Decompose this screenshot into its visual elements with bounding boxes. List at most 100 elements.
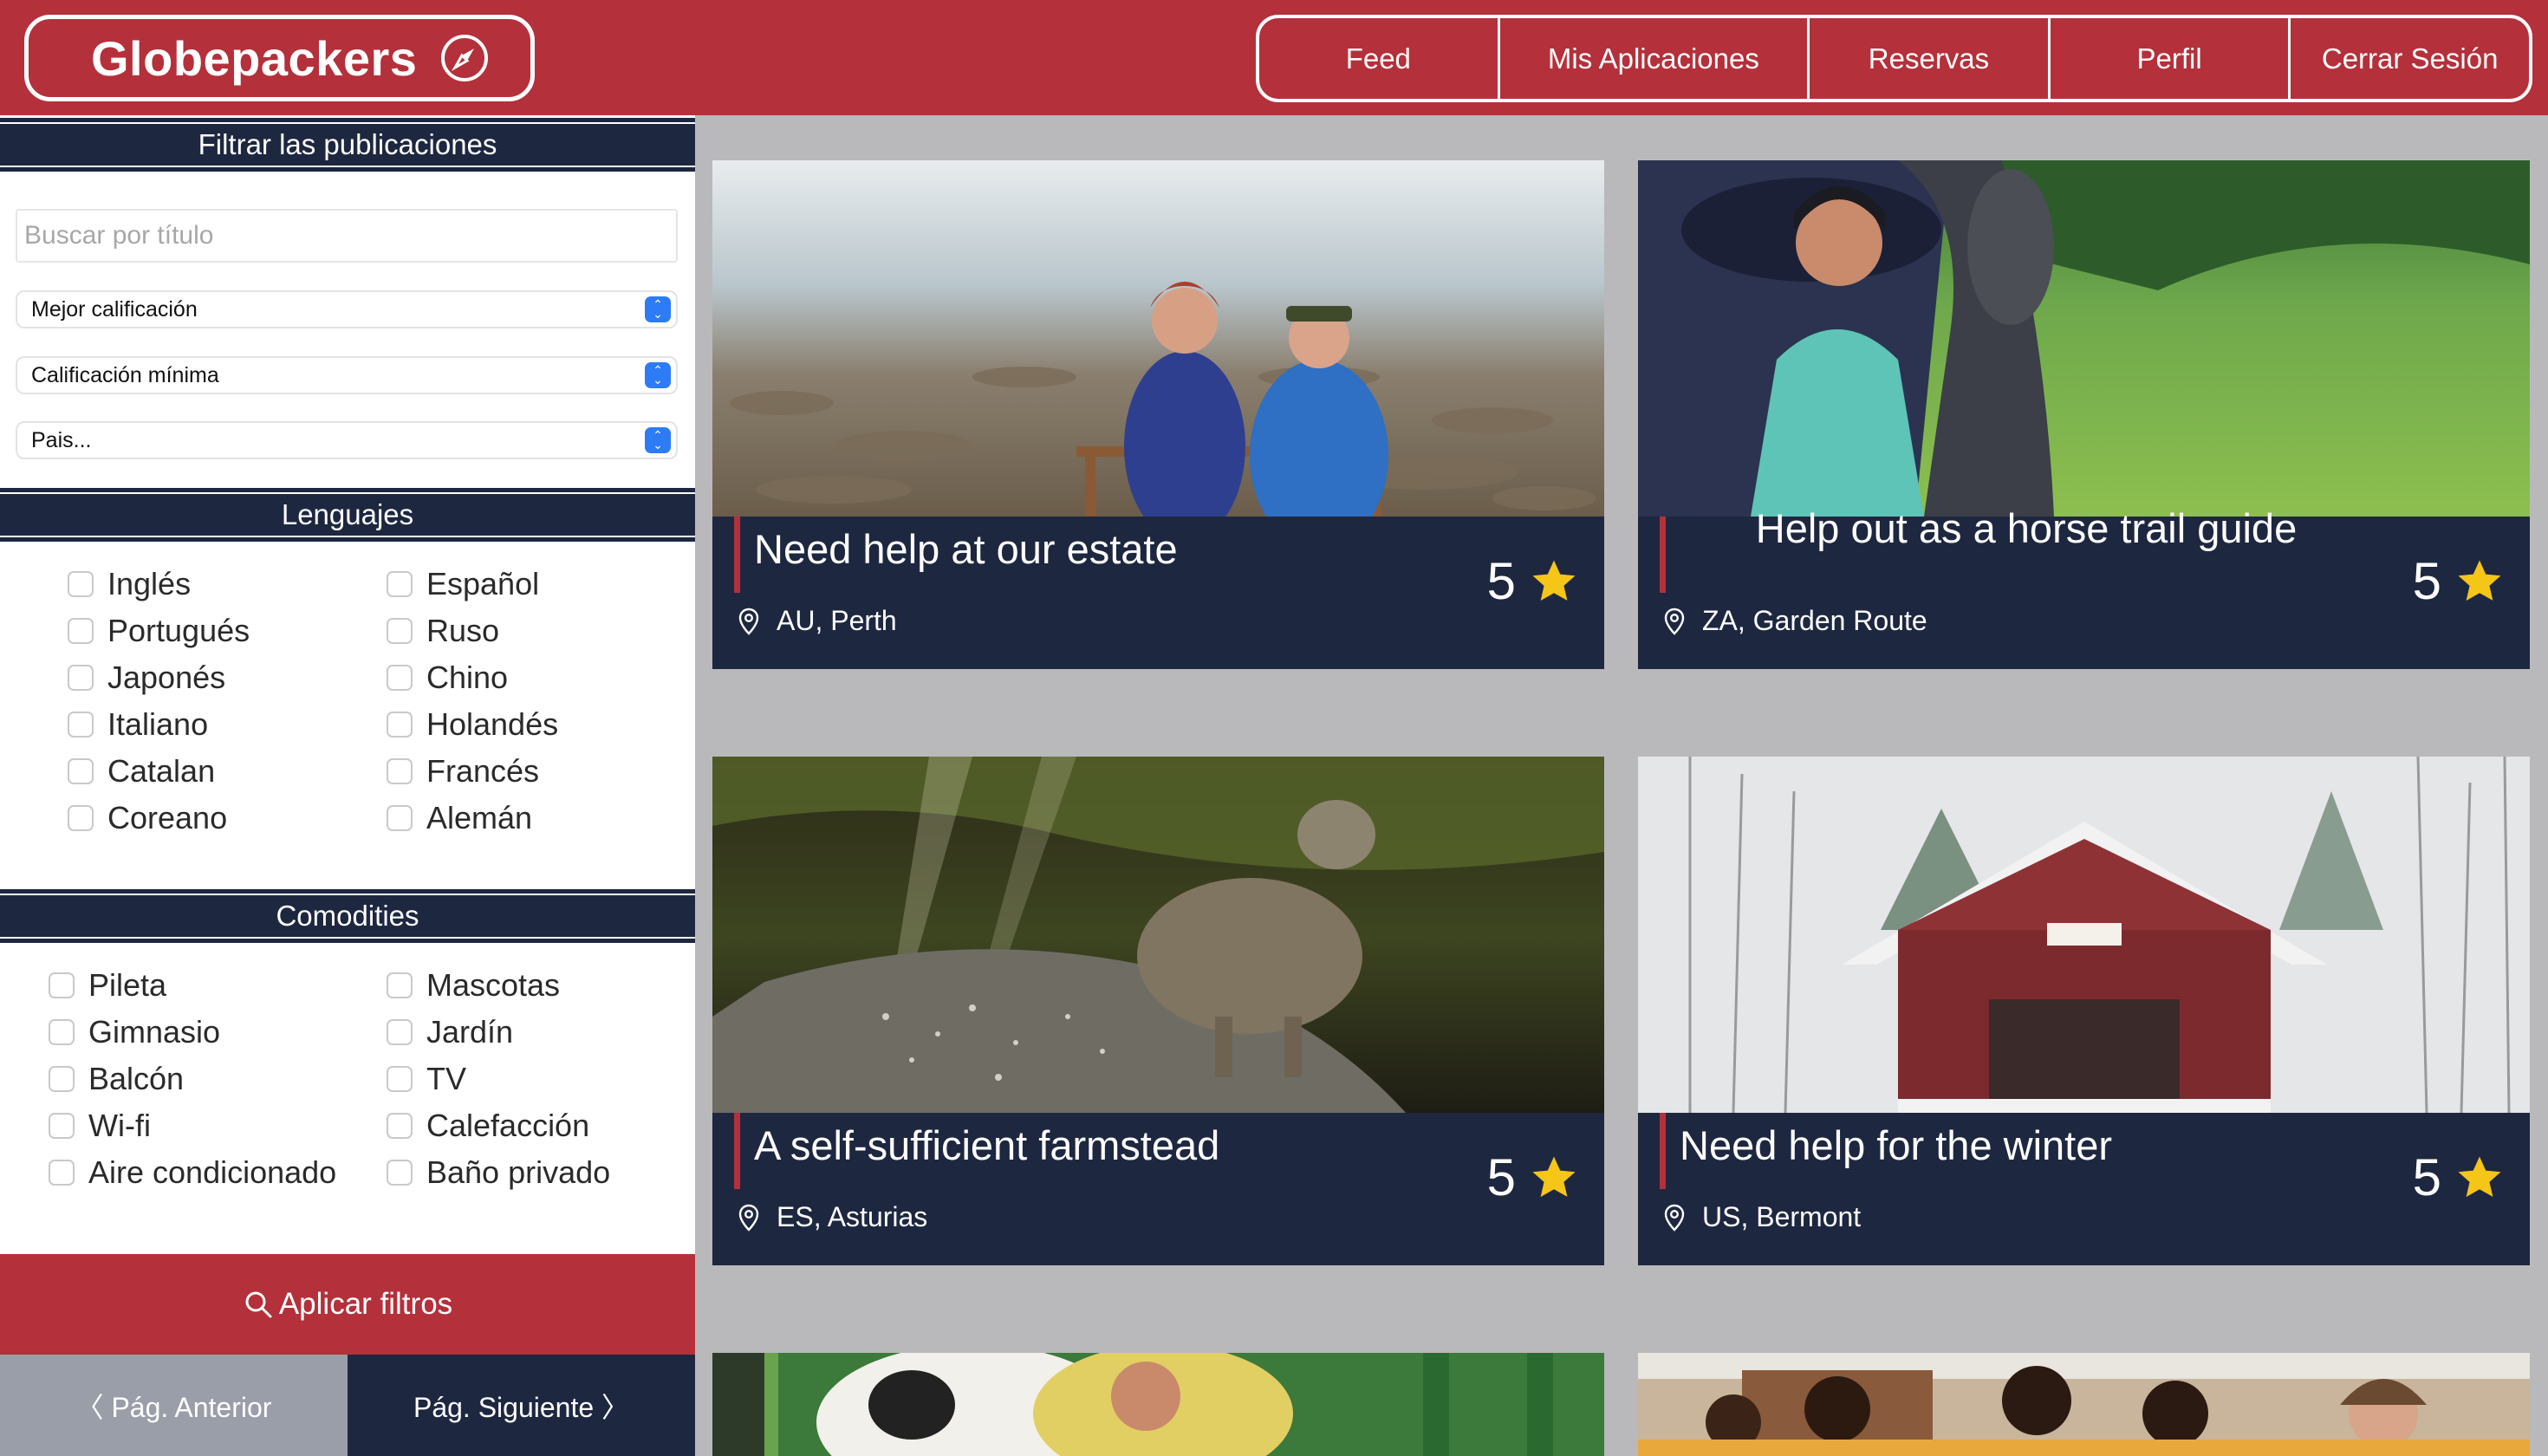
language-checkbox-japanese[interactable]: Japonés <box>68 660 225 696</box>
accent-bar <box>1660 517 1666 593</box>
brand-logo[interactable]: Globepackers <box>24 15 535 101</box>
main-nav: Feed Mis Aplicaciones Reservas Perfil Ce… <box>1256 15 2532 102</box>
post-location-text: ES, Asturias <box>777 1201 928 1232</box>
checkbox[interactable] <box>387 712 413 738</box>
star-icon <box>2458 560 2501 601</box>
checkbox[interactable] <box>387 805 413 831</box>
top-bar: Globepackers Feed Mis Aplicaciones Reser… <box>0 0 2548 115</box>
nav-logout[interactable]: Cerrar Sesión <box>2291 18 2529 99</box>
chevron-updown-icon: ⌃ ⌄ <box>645 427 671 453</box>
post-rating: 5 <box>2413 551 2504 611</box>
post-card[interactable]: Help out as a horse trail guide ZA, Gard… <box>1638 160 2530 669</box>
previous-page-button[interactable]: 〈 Pág. Anterior <box>0 1355 348 1456</box>
amenity-checkbox-gym[interactable]: Gimnasio <box>49 1014 220 1050</box>
language-checkbox-italian[interactable]: Italiano <box>68 706 208 743</box>
checkbox-label: Holandés <box>426 706 559 742</box>
nav-bookings[interactable]: Reservas <box>1810 18 2051 99</box>
checkbox[interactable] <box>49 1113 75 1139</box>
post-card[interactable]: A self-sufficient farmstead ES, Asturias… <box>712 757 1604 1265</box>
language-checkbox-german[interactable]: Alemán <box>387 800 532 836</box>
checkbox[interactable] <box>387 618 413 644</box>
star-icon <box>2458 1156 2501 1197</box>
checkbox-label: Japonés <box>107 660 226 695</box>
amenity-checkbox-heating[interactable]: Calefacción <box>387 1108 589 1144</box>
amenity-checkbox-balcony[interactable]: Balcón <box>49 1061 184 1097</box>
checkbox[interactable] <box>68 712 94 738</box>
country-select[interactable]: Pais... ⌃ ⌄ <box>16 421 678 459</box>
language-checkbox-catalan[interactable]: Catalan <box>68 753 215 790</box>
checkbox-label: TV <box>426 1061 467 1096</box>
post-card[interactable]: Need help at our estate AU, Perth 5 <box>712 160 1604 669</box>
checkbox[interactable] <box>387 758 413 784</box>
post-title: Help out as a horse trail guide <box>1755 505 2298 551</box>
checkbox[interactable] <box>49 1160 75 1186</box>
checkbox-label: Ruso <box>426 613 500 648</box>
checkbox[interactable] <box>387 571 413 597</box>
post-info: A self-sufficient farmstead ES, Asturias… <box>712 1113 1604 1265</box>
nav-feed[interactable]: Feed <box>1259 18 1500 99</box>
post-info: Help out as a horse trail guide ZA, Gard… <box>1638 505 2530 669</box>
location-pin-icon <box>1664 608 1685 635</box>
post-photo <box>1638 757 2530 1113</box>
checkbox[interactable] <box>68 618 94 644</box>
accent-bar <box>734 1113 740 1189</box>
min-rating-select[interactable]: Calificación mínima ⌃ ⌄ <box>16 356 678 394</box>
amenity-checkbox-private-bathroom[interactable]: Baño privado <box>387 1154 610 1191</box>
language-checkbox-french[interactable]: Francés <box>387 753 539 790</box>
post-photo <box>712 160 1604 517</box>
post-card[interactable] <box>712 1353 1604 1456</box>
language-checkbox-chinese[interactable]: Chino <box>387 660 508 696</box>
next-page-button[interactable]: Pág. Siguiente 〉 <box>348 1355 695 1456</box>
post-title: Need help at our estate <box>754 526 1178 572</box>
post-info: Need help for the winter US, Bermont 5 <box>1638 1113 2530 1265</box>
checkbox[interactable] <box>68 805 94 831</box>
filter-sidebar: Filtrar las publicaciones Mejor califica… <box>0 115 695 1456</box>
amenity-checkbox-wifi[interactable]: Wi-fi <box>49 1108 151 1144</box>
checkbox[interactable] <box>387 1160 413 1186</box>
sort-select[interactable]: Mejor calificación ⌃ ⌄ <box>16 290 678 328</box>
checkbox[interactable] <box>387 665 413 691</box>
language-checkbox-korean[interactable]: Coreano <box>68 800 227 836</box>
nav-profile[interactable]: Perfil <box>2051 18 2291 99</box>
location-pin-icon <box>738 1204 759 1232</box>
accent-bar <box>1660 1113 1666 1189</box>
filters-heading: Filtrar las publicaciones <box>0 118 695 172</box>
checkbox-label: Calefacción <box>426 1108 590 1143</box>
post-info: Need help at our estate AU, Perth 5 <box>712 517 1604 669</box>
amenity-checkbox-air-conditioning[interactable]: Aire condicionado <box>49 1154 336 1191</box>
language-checkbox-english[interactable]: Inglés <box>68 566 191 602</box>
nav-my-applications[interactable]: Mis Aplicaciones <box>1500 18 1810 99</box>
post-card[interactable]: Need help for the winter US, Bermont 5 <box>1638 757 2530 1265</box>
checkbox[interactable] <box>68 665 94 691</box>
language-checkbox-spanish[interactable]: Español <box>387 566 539 602</box>
search-input[interactable] <box>16 209 678 263</box>
checkbox[interactable] <box>387 1019 413 1045</box>
checkbox[interactable] <box>387 1113 413 1139</box>
post-photo <box>1638 1353 2530 1456</box>
checkbox[interactable] <box>49 1066 75 1092</box>
post-location: ZA, Garden Route <box>1664 605 1927 637</box>
post-card[interactable] <box>1638 1353 2530 1456</box>
language-checkbox-russian[interactable]: Ruso <box>387 613 499 649</box>
language-checkbox-portuguese[interactable]: Portugués <box>68 613 250 649</box>
checkbox[interactable] <box>387 972 413 998</box>
amenity-checkbox-tv[interactable]: TV <box>387 1061 466 1097</box>
rating-value: 5 <box>1486 552 1516 610</box>
checkbox[interactable] <box>68 758 94 784</box>
rating-value: 5 <box>2412 552 2441 610</box>
rating-value: 5 <box>1486 1148 1516 1206</box>
checkbox[interactable] <box>68 571 94 597</box>
language-checkbox-dutch[interactable]: Holandés <box>387 706 558 743</box>
chevron-updown-icon: ⌃ ⌄ <box>645 296 671 322</box>
apply-filters-button[interactable]: Aplicar filtros <box>0 1254 695 1355</box>
post-title: A self-sufficient farmstead <box>754 1122 1220 1168</box>
star-icon <box>1532 1156 1576 1197</box>
checkbox[interactable] <box>49 1019 75 1045</box>
search-icon <box>245 1291 272 1318</box>
amenity-checkbox-pool[interactable]: Pileta <box>49 967 166 1004</box>
checkbox[interactable] <box>49 972 75 998</box>
amenity-checkbox-pets[interactable]: Mascotas <box>387 967 560 1004</box>
checkbox-label: Chino <box>426 660 509 695</box>
checkbox[interactable] <box>387 1066 413 1092</box>
amenity-checkbox-garden[interactable]: Jardín <box>387 1014 513 1050</box>
